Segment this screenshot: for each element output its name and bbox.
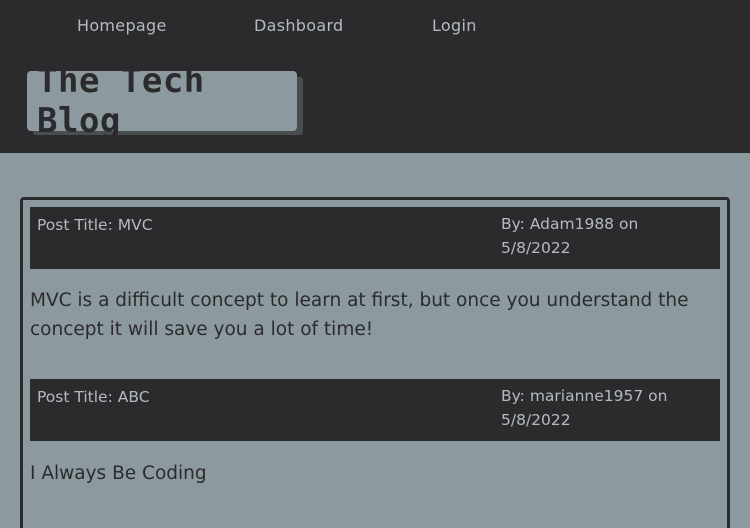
- post-header[interactable]: Post Title: MVC By: Adam1988 on 5/8/2022: [30, 207, 720, 269]
- post-meta: By: marianne1957 on 5/8/2022: [501, 384, 701, 432]
- post-body: I Always Be Coding: [30, 463, 207, 484]
- post-author: By: Adam1988 on: [501, 215, 639, 233]
- nav-dashboard-link[interactable]: Dashboard: [254, 16, 344, 35]
- posts-container: Post Title: MVC By: Adam1988 on 5/8/2022…: [20, 197, 730, 528]
- post-body: MVC is a difficult concept to learn at f…: [30, 290, 689, 340]
- post-date: 5/8/2022: [501, 411, 571, 429]
- post-date: 5/8/2022: [501, 239, 571, 257]
- post-title[interactable]: Post Title: ABC: [37, 388, 150, 406]
- post-header[interactable]: Post Title: ABC By: marianne1957 on 5/8/…: [30, 379, 720, 441]
- site-header: Homepage Dashboard Login The Tech Blog: [0, 0, 750, 153]
- site-title: The Tech Blog: [27, 61, 297, 141]
- post-meta: By: Adam1988 on 5/8/2022: [501, 212, 701, 260]
- nav-homepage-link[interactable]: Homepage: [77, 16, 167, 35]
- post-author: By: marianne1957 on: [501, 387, 668, 405]
- post-title[interactable]: Post Title: MVC: [37, 216, 153, 234]
- nav-login-link[interactable]: Login: [432, 16, 477, 35]
